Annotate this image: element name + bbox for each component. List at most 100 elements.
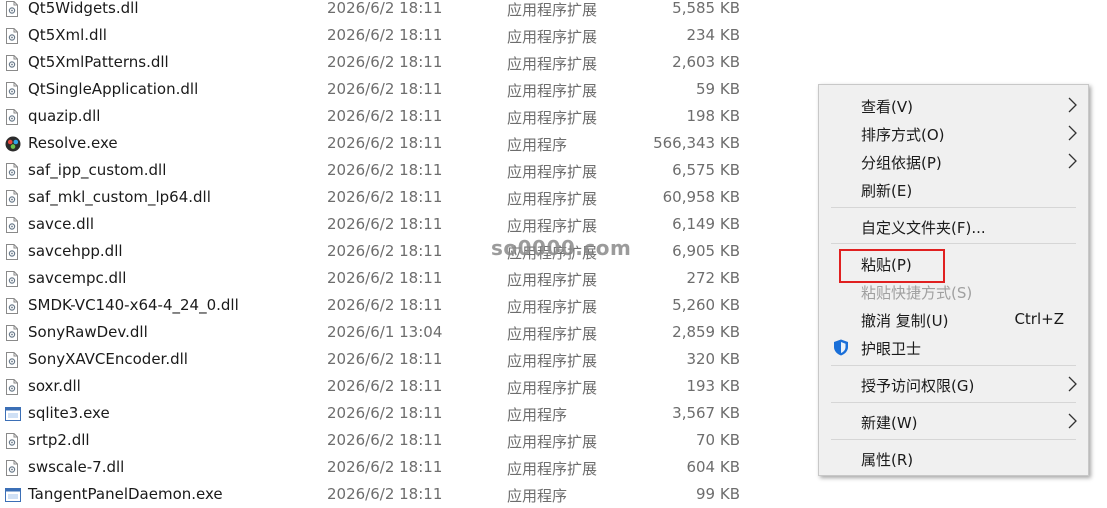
- menu-item-undo-copy[interactable]: 撤消 复制(U) Ctrl+Z: [819, 307, 1088, 331]
- file-row[interactable]: savcehpp.dll 2026/6/2 18:11 应用程序扩展 6,905 KB: [0, 238, 760, 265]
- file-size: 2,603 KB: [672, 53, 740, 71]
- file-size: 6,905 KB: [672, 242, 740, 260]
- menu-item-view[interactable]: 查看(V): [819, 93, 1088, 117]
- file-list: Qt5Widgets.dll 2026/6/2 18:11 应用程序扩展 5,585 …: [0, 0, 760, 508]
- file-size: 604 KB: [686, 458, 740, 476]
- menu-item-customize-folder[interactable]: 自定义文件夹(F)...: [819, 214, 1088, 238]
- file-name: SonyRawDev.dll: [28, 323, 148, 341]
- file-date: 2026/6/2 18:11: [327, 458, 443, 476]
- chevron-right-icon: [1068, 125, 1077, 141]
- menu-item-properties[interactable]: 属性(R): [819, 446, 1088, 470]
- menu-item-new[interactable]: 新建(W): [819, 409, 1088, 433]
- chevron-right-icon: [1068, 413, 1077, 429]
- file-date: 2026/6/2 18:11: [327, 431, 443, 449]
- file-size: 6,575 KB: [672, 161, 740, 179]
- file-row[interactable]: QtSingleApplication.dll 2026/6/2 18:11 应用程…: [0, 76, 760, 103]
- file-name: TangentPanelDaemon.exe: [28, 485, 223, 503]
- file-row[interactable]: Qt5XmlPatterns.dll 2026/6/2 18:11 应用程序扩展 2,…: [0, 49, 760, 76]
- file-name: QtSingleApplication.dll: [28, 80, 199, 98]
- file-type: 应用程序扩展: [507, 271, 598, 289]
- menu-separator: [831, 402, 1076, 403]
- file-row[interactable]: soxr.dll 2026/6/2 18:11 应用程序扩展 193 KB: [0, 373, 760, 400]
- menu-separator: [831, 243, 1076, 244]
- file-date: 2026/6/2 18:11: [327, 53, 443, 71]
- file-type: 应用程序扩展: [507, 55, 598, 73]
- file-date: 2026/6/2 18:11: [327, 485, 443, 503]
- resolve-app-icon: [5, 136, 21, 152]
- menu-item-sort-by[interactable]: 排序方式(O): [819, 121, 1088, 145]
- file-type: 应用程序扩展: [507, 217, 598, 235]
- file-type: 应用程序扩展: [507, 109, 598, 127]
- menu-item-label: 分组依据(P): [861, 154, 942, 172]
- exe-window-icon: [5, 406, 21, 422]
- dll-icon: [5, 298, 19, 314]
- file-date: 2026/6/2 18:11: [327, 161, 443, 179]
- file-type: 应用程序扩展: [507, 433, 598, 451]
- file-size: 6,149 KB: [672, 215, 740, 233]
- file-date: 2026/6/2 18:11: [327, 26, 443, 44]
- file-row[interactable]: Qt5Widgets.dll 2026/6/2 18:11 应用程序扩展 5,585 …: [0, 0, 760, 22]
- file-date: 2026/6/2 18:11: [327, 404, 443, 422]
- file-row[interactable]: SMDK-VC140-x64-4_24_0.dll 2026/6/2 18:11 应…: [0, 292, 760, 319]
- dll-icon: [5, 433, 19, 449]
- file-size: 5,585 KB: [672, 0, 740, 17]
- file-name: saf_mkl_custom_lp64.dll: [28, 188, 211, 206]
- file-row[interactable]: TangentPanelDaemon.exe 2026/6/2 18:11 应用程序…: [0, 481, 760, 508]
- dll-icon: [5, 352, 19, 368]
- menu-item-eye-guard[interactable]: 护眼卫士: [819, 335, 1088, 359]
- dll-icon: [5, 190, 19, 206]
- file-row[interactable]: Qt5Xml.dll 2026/6/2 18:11 应用程序扩展 234 KB: [0, 22, 760, 49]
- menu-item-refresh[interactable]: 刷新(E): [819, 177, 1088, 201]
- file-type: 应用程序扩展: [507, 325, 598, 343]
- dll-icon: [5, 55, 19, 71]
- menu-item-label: 刷新(E): [861, 182, 913, 200]
- file-date: 2026/6/2 18:11: [327, 215, 443, 233]
- file-name: saf_ipp_custom.dll: [28, 161, 167, 179]
- file-name: sqlite3.exe: [28, 404, 110, 422]
- file-type: 应用程序: [507, 136, 568, 154]
- file-row[interactable]: savce.dll 2026/6/2 18:11 应用程序扩展 6,149 KB: [0, 211, 760, 238]
- file-size: 272 KB: [686, 269, 740, 287]
- dll-icon: [5, 379, 19, 395]
- file-date: 2026/6/2 18:11: [327, 350, 443, 368]
- file-type: 应用程序扩展: [507, 163, 598, 181]
- file-name: quazip.dll: [28, 107, 101, 125]
- file-row[interactable]: saf_ipp_custom.dll 2026/6/2 18:11 应用程序扩展 6,…: [0, 157, 760, 184]
- menu-item-label: 排序方式(O): [861, 126, 945, 144]
- menu-item-group-by[interactable]: 分组依据(P): [819, 149, 1088, 173]
- file-row[interactable]: swscale-7.dll 2026/6/2 18:11 应用程序扩展 604 KB: [0, 454, 760, 481]
- file-row[interactable]: savcempc.dll 2026/6/2 18:11 应用程序扩展 272 KB: [0, 265, 760, 292]
- menu-item-label: 查看(V): [861, 98, 913, 116]
- file-date: 2026/6/1 13:04: [327, 323, 443, 341]
- exe-window-icon: [5, 487, 21, 503]
- file-name: swscale-7.dll: [28, 458, 125, 476]
- file-row[interactable]: SonyRawDev.dll 2026/6/1 13:04 应用程序扩展 2,859 …: [0, 319, 760, 346]
- file-size: 198 KB: [686, 107, 740, 125]
- menu-item-label: 粘贴快捷方式(S): [861, 284, 973, 302]
- file-size: 99 KB: [696, 485, 740, 503]
- menu-item-label: 护眼卫士: [861, 340, 922, 358]
- file-row[interactable]: SonyXAVCEncoder.dll 2026/6/2 18:11 应用程序扩展 3…: [0, 346, 760, 373]
- file-name: savcempc.dll: [28, 269, 127, 287]
- file-row[interactable]: saf_mkl_custom_lp64.dll 2026/6/2 18:11 应用程…: [0, 184, 760, 211]
- file-type: 应用程序扩展: [507, 460, 598, 478]
- dll-icon: [5, 217, 19, 233]
- menu-item-grant-access[interactable]: 授予访问权限(G): [819, 372, 1088, 396]
- menu-item-label: 自定义文件夹(F)...: [861, 219, 986, 237]
- file-type: 应用程序扩展: [507, 1, 598, 19]
- file-row[interactable]: srtp2.dll 2026/6/2 18:11 应用程序扩展 70 KB: [0, 427, 760, 454]
- dll-icon: [5, 1, 19, 17]
- file-row[interactable]: quazip.dll 2026/6/2 18:11 应用程序扩展 198 KB: [0, 103, 760, 130]
- file-name: Qt5Xml.dll: [28, 26, 107, 44]
- file-date: 2026/6/2 18:11: [327, 377, 443, 395]
- file-date: 2026/6/2 18:11: [327, 134, 443, 152]
- file-size: 70 KB: [696, 431, 740, 449]
- file-date: 2026/6/2 18:11: [327, 296, 443, 314]
- file-row[interactable]: Resolve.exe 2026/6/2 18:11 应用程序 566,343 KB: [0, 130, 760, 157]
- file-date: 2026/6/2 18:11: [327, 0, 443, 17]
- menu-item-label: 属性(R): [861, 451, 914, 469]
- file-size: 193 KB: [686, 377, 740, 395]
- menu-item-label: 授予访问权限(G): [861, 377, 975, 395]
- file-row[interactable]: sqlite3.exe 2026/6/2 18:11 应用程序 3,567 KB: [0, 400, 760, 427]
- file-size: 59 KB: [696, 80, 740, 98]
